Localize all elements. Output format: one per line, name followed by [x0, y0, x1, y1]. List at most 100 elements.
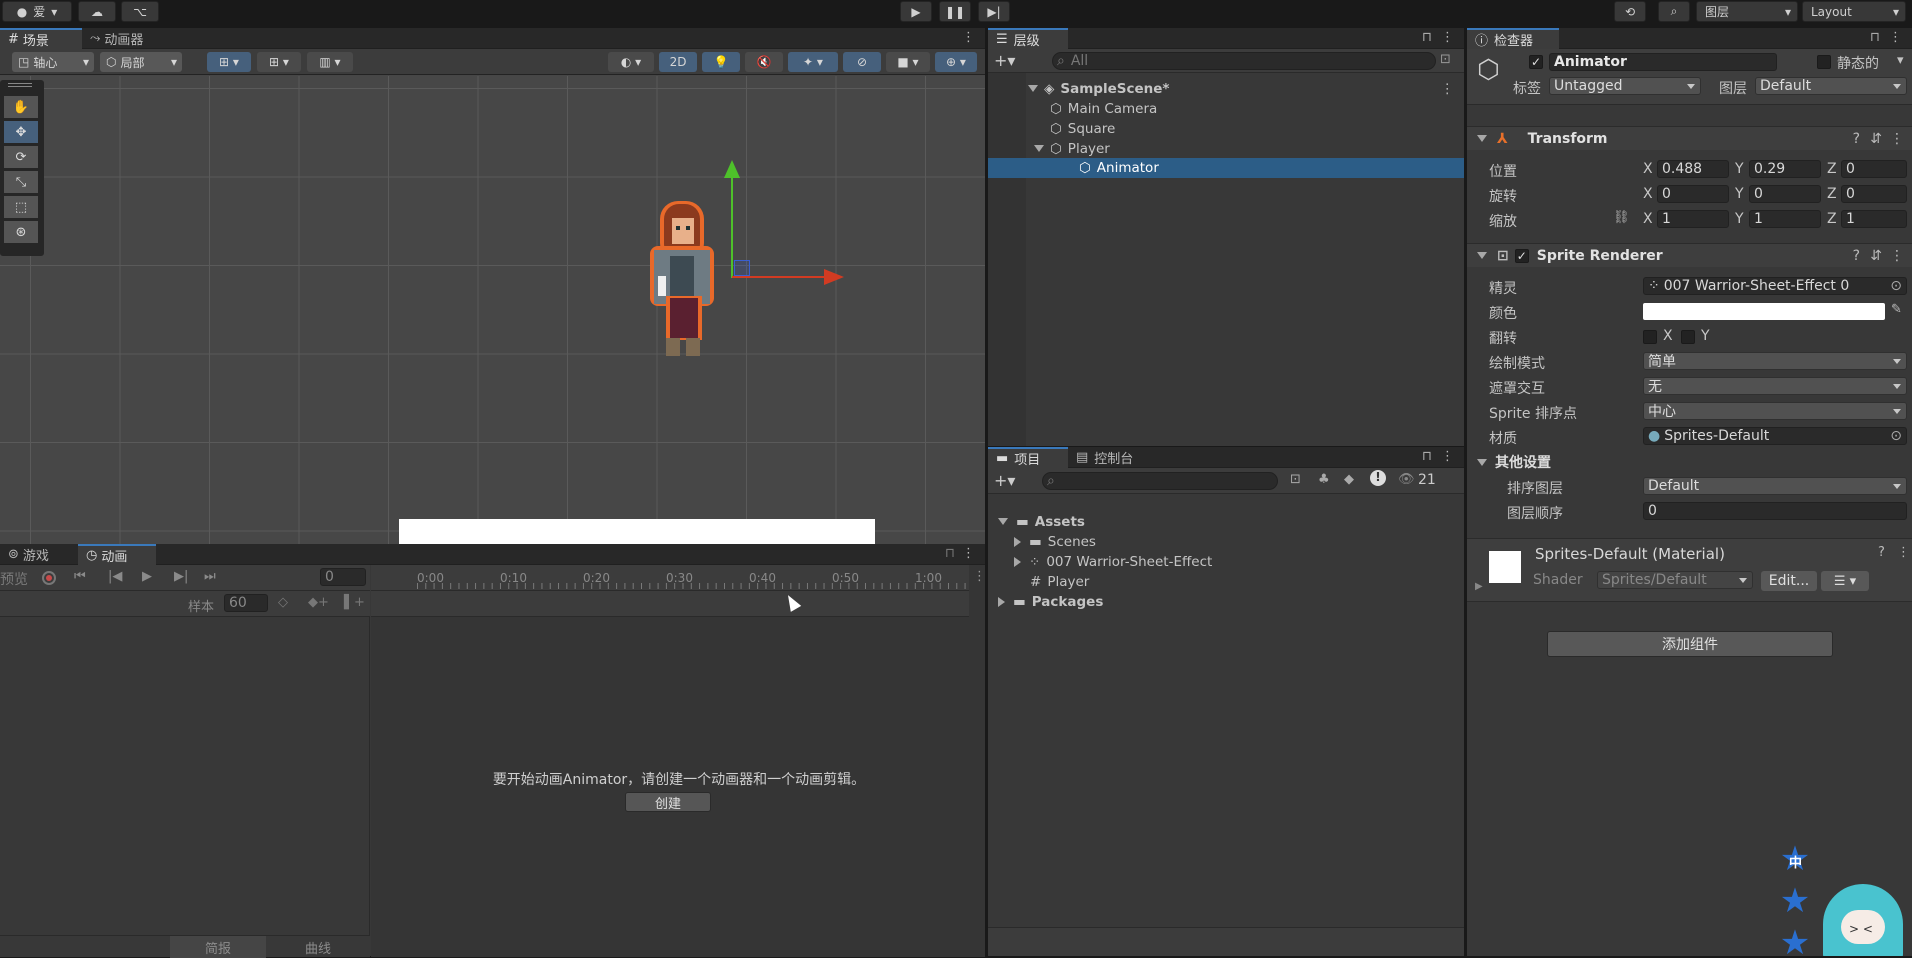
eyedropper-icon[interactable]: ✎: [1891, 302, 1902, 317]
more-icon[interactable]: ⋮: [1441, 449, 1454, 464]
presets-icon[interactable]: ⇵: [1870, 248, 1882, 264]
rotation-x-field[interactable]: 0: [1657, 185, 1729, 203]
add-event-icon[interactable]: ▌+: [344, 595, 365, 610]
cloud-button[interactable]: ☁: [78, 1, 116, 22]
y-axis-handle[interactable]: [731, 172, 733, 278]
add-icon[interactable]: +▾: [994, 471, 1015, 490]
scale-z-field[interactable]: 1: [1841, 210, 1907, 228]
gizmos-button[interactable]: ⊕ ▾: [935, 52, 977, 72]
lock-icon[interactable]: ⊓: [945, 546, 955, 561]
rect-tool-icon[interactable]: ⬚: [4, 196, 38, 218]
expand-icon[interactable]: ▶: [1475, 581, 1483, 592]
step-button[interactable]: ▶|: [978, 1, 1010, 22]
edit-shader-button[interactable]: Edit...: [1761, 571, 1817, 591]
x-arrow-icon[interactable]: [824, 269, 844, 285]
tag-dropdown[interactable]: Untagged: [1549, 77, 1701, 95]
time-ruler[interactable]: 0:00 0:10 0:20 0:30 0:40 0:50 1:00: [371, 565, 969, 591]
tab-animation[interactable]: ◷ 动画: [78, 544, 156, 565]
tab-inspector[interactable]: ⓘ 检查器: [1467, 28, 1559, 49]
pause-button[interactable]: ❚❚: [939, 1, 971, 22]
first-keyframe-icon[interactable]: ⏮: [74, 569, 86, 584]
project-item-player-script[interactable]: # Player: [1030, 573, 1089, 590]
last-keyframe-icon[interactable]: ⏭: [204, 569, 216, 584]
move-tool-icon[interactable]: ✥: [4, 121, 38, 143]
hidden-eye-icon[interactable]: 👁: [1398, 472, 1415, 487]
add-keyframe-icon[interactable]: ◆+: [308, 595, 329, 610]
material-field[interactable]: ● Sprites-Default ⊙: [1643, 427, 1907, 445]
hierarchy-item-main-camera[interactable]: ⬡ Main Camera: [1028, 100, 1464, 117]
play-icon[interactable]: ▶: [142, 569, 152, 584]
mask-dropdown[interactable]: 无: [1643, 377, 1907, 395]
help-icon[interactable]: ?: [1853, 248, 1860, 264]
record-icon[interactable]: [42, 571, 56, 585]
scale-x-field[interactable]: 1: [1657, 210, 1729, 228]
object-picker-icon[interactable]: ⊙: [1890, 428, 1902, 444]
search-by-type-icon[interactable]: ⊡: [1290, 472, 1301, 487]
more-icon[interactable]: ⋮: [1897, 545, 1910, 560]
project-item-assets[interactable]: ▬ Assets: [998, 513, 1085, 530]
more-icon[interactable]: ⋮: [1890, 131, 1904, 147]
lock-icon[interactable]: ⊓: [1422, 449, 1432, 464]
frame-field[interactable]: 0: [320, 568, 366, 586]
position-y-field[interactable]: 0.29: [1749, 160, 1821, 178]
square-object[interactable]: [399, 519, 875, 544]
static-checkbox[interactable]: [1817, 55, 1831, 69]
x-axis-handle[interactable]: [732, 276, 832, 278]
layers-dropdown[interactable]: 图层 ▾: [1696, 1, 1798, 22]
2d-toggle[interactable]: 2D: [659, 52, 697, 72]
scene-viewport[interactable]: ✋ ✥ ⟳ ⤡ ⬚ ⊛: [0, 76, 985, 544]
object-picker-icon[interactable]: ⊙: [1890, 278, 1902, 294]
preview-button[interactable]: 预览: [0, 569, 28, 589]
play-button[interactable]: ▶: [900, 1, 932, 22]
tab-console[interactable]: ▤ 控制台: [1068, 447, 1168, 468]
lighting-toggle[interactable]: 💡: [702, 52, 740, 72]
project-search-input[interactable]: ⌕: [1042, 472, 1278, 490]
draw-mode-dropdown[interactable]: 简单: [1643, 352, 1907, 370]
more-icon[interactable]: ⋮: [1441, 30, 1454, 45]
scale-y-field[interactable]: 1: [1749, 210, 1821, 228]
shader-dropdown[interactable]: Sprites/Default: [1597, 571, 1753, 589]
account-button[interactable]: ● 爱 ▾: [2, 1, 72, 22]
help-icon[interactable]: ?: [1853, 131, 1860, 147]
add-icon[interactable]: +▾: [994, 51, 1015, 70]
tab-animator[interactable]: ⤳ 动画器: [82, 28, 174, 49]
tab-hierarchy[interactable]: ☰ 层级: [988, 28, 1068, 49]
timeline-area[interactable]: 0:00 0:10 0:20 0:30 0:40 0:50 1:00 ⋮ 要开始…: [371, 565, 986, 957]
increment-snap-button[interactable]: ⊞ ▾: [257, 52, 301, 72]
enabled-checkbox[interactable]: ✓: [1514, 248, 1529, 263]
layout-dropdown[interactable]: Layout ▾: [1802, 1, 1906, 22]
flip-y-checkbox[interactable]: [1681, 330, 1695, 344]
hierarchy-item-animator[interactable]: ⬡ Animator: [988, 158, 1464, 178]
tab-game[interactable]: ⊚ 游戏: [0, 544, 78, 565]
search-options-icon[interactable]: ⊡: [1440, 52, 1451, 67]
ruler-button[interactable]: ▥ ▾: [307, 52, 353, 72]
label-icon[interactable]: ◆: [1344, 472, 1354, 487]
hierarchy-item-square[interactable]: ⬡ Square: [1028, 120, 1464, 137]
color-swatch[interactable]: [1643, 303, 1885, 320]
visibility-toggle[interactable]: ⊘: [843, 52, 881, 72]
draw-mode-button[interactable]: ◐ ▾: [608, 52, 654, 72]
hierarchy-search-input[interactable]: ⌕ All: [1052, 52, 1436, 70]
active-checkbox[interactable]: ✓: [1529, 55, 1543, 69]
sort-point-dropdown[interactable]: 中心: [1643, 402, 1907, 420]
scale-tool-icon[interactable]: ⤡: [4, 171, 38, 193]
dopesheet-button[interactable]: 简报: [170, 936, 266, 958]
filter-icon[interactable]: ♣: [1318, 472, 1330, 487]
sprite-renderer-header[interactable]: ⊡ ✓ Sprite Renderer ? ⇵ ⋮: [1467, 243, 1912, 267]
create-button[interactable]: 创建: [625, 792, 711, 812]
hierarchy-item-scene[interactable]: ◈ SampleScene* ⋮: [1028, 80, 1464, 97]
diamond-icon[interactable]: ◇: [278, 595, 288, 610]
transform-tool-icon[interactable]: ⊛: [4, 221, 38, 243]
lock-icon[interactable]: ⊓: [1422, 30, 1432, 45]
more-icon[interactable]: ⋮: [962, 30, 975, 45]
position-z-field[interactable]: 0: [1841, 160, 1907, 178]
event-lane[interactable]: [371, 591, 969, 617]
rotation-y-field[interactable]: 0: [1749, 185, 1821, 203]
search-button[interactable]: ⌕: [1658, 1, 1690, 22]
more-icon[interactable]: ⋮: [1890, 248, 1904, 264]
flip-x-checkbox[interactable]: [1643, 330, 1657, 344]
object-name-input[interactable]: Animator: [1549, 53, 1777, 71]
xy-plane-handle[interactable]: [734, 260, 750, 276]
grid-snap-button[interactable]: ⊞ ▾: [207, 52, 251, 72]
rotation-z-field[interactable]: 0: [1841, 185, 1907, 203]
